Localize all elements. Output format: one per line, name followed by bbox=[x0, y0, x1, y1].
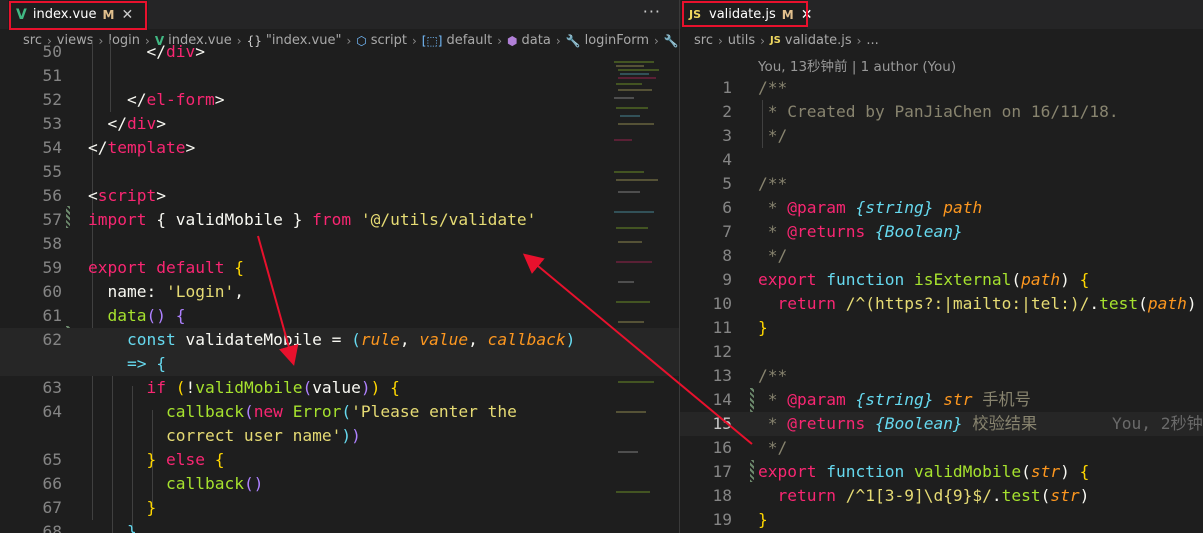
code-line-active: 15 * @returns {Boolean} 校验结果You, 2秒钟前 bbox=[680, 412, 1203, 436]
code-line: 53 </div> bbox=[42, 114, 166, 133]
tab-validate-js[interactable]: JS validate.js M ✕ bbox=[681, 0, 812, 29]
code-line: 67 } bbox=[42, 498, 157, 517]
code-line: 10 return /^(https?:|mailto:|tel:)/.test… bbox=[712, 294, 1197, 313]
code-line: 63 if (!validMobile(value)) { bbox=[42, 378, 400, 397]
code-line: 18 return /^1[3-9]\d{9}$/.test(str) bbox=[712, 486, 1090, 505]
vue-file-icon: V bbox=[16, 6, 27, 23]
code-line: 58 bbox=[42, 234, 63, 253]
code-line: 66 callback() bbox=[42, 474, 264, 493]
code-line: => { bbox=[0, 352, 679, 376]
code-line: 57 import { validMobile } from '@/utils/v… bbox=[42, 210, 537, 229]
breadcrumb-item[interactable]: src bbox=[694, 33, 713, 48]
javascript-file-icon: JS bbox=[769, 35, 781, 46]
close-icon[interactable]: ✕ bbox=[121, 7, 133, 23]
code-line: 11} bbox=[712, 318, 768, 337]
code-line: 1/** bbox=[722, 78, 788, 97]
code-line: 13/** bbox=[712, 366, 788, 385]
code-line: 54 </template> bbox=[42, 138, 196, 157]
code-line: 8 */ bbox=[722, 246, 788, 265]
code-line: 51 bbox=[42, 66, 63, 85]
left-tab-bar: V index.vue M ✕ ··· bbox=[0, 0, 679, 29]
code-line: 60 name: 'Login', bbox=[42, 282, 244, 301]
chevron-right-icon: › bbox=[760, 33, 765, 48]
codelens-authors[interactable]: You, 13秒钟前 | 1 author (You) bbox=[758, 55, 956, 75]
code-line: 4 bbox=[722, 150, 732, 169]
code-line: 52 </el-form> bbox=[42, 90, 225, 109]
code-line: 55 bbox=[42, 162, 63, 181]
code-line: 61 data() { bbox=[42, 306, 186, 325]
code-line: 12 bbox=[712, 342, 733, 361]
code-line: 5/** bbox=[722, 174, 788, 193]
inline-blame: You, 2秒钟前 bbox=[1112, 414, 1203, 433]
code-line: 9 export function isExternal(path) { bbox=[722, 270, 1090, 289]
modified-badge: M bbox=[102, 7, 115, 22]
code-line: 64 callback(new Error('Please enter the bbox=[42, 402, 517, 421]
breadcrumb-item[interactable]: utils bbox=[728, 33, 755, 48]
chevron-right-icon: › bbox=[717, 33, 723, 48]
code-line: 19} bbox=[712, 510, 768, 529]
right-tab-bar: JS validate.js M ✕ bbox=[680, 0, 1203, 29]
code-line: correct user name')) bbox=[88, 426, 361, 445]
code-line: 6 * @param {string} path bbox=[722, 198, 983, 217]
code-line: 59 export default { bbox=[42, 258, 244, 277]
code-line: 14 * @param {string} str 手机号 bbox=[712, 390, 1031, 409]
chevron-right-icon: › bbox=[856, 33, 862, 48]
code-line: 50 </div> bbox=[42, 42, 205, 61]
tab-index-vue[interactable]: V index.vue M ✕ bbox=[8, 0, 148, 29]
modified-badge: M bbox=[781, 7, 794, 22]
code-line: 3 */ bbox=[722, 126, 788, 145]
tab-label: index.vue bbox=[32, 7, 97, 22]
right-editor-pane: JS validate.js M ✕ src › utils › JS validat… bbox=[680, 0, 1203, 533]
code-line: 2 * Created by PanJiaChen on 16/11/18. bbox=[722, 102, 1119, 121]
code-line: 68 } bbox=[42, 522, 137, 533]
breadcrumb-item[interactable]: validate.js bbox=[785, 33, 852, 48]
code-line: 56 <script> bbox=[42, 186, 166, 205]
breadcrumb-item[interactable]: ... bbox=[866, 33, 878, 48]
left-editor-pane: V index.vue M ✕ ··· src › views › login › V… bbox=[0, 0, 679, 533]
breadcrumb: src › utils › JS validate.js › ... bbox=[680, 29, 1203, 52]
tab-label: validate.js bbox=[709, 7, 776, 22]
close-icon[interactable]: ✕ bbox=[801, 7, 813, 23]
javascript-file-icon: JS bbox=[689, 8, 702, 21]
code-line: 16 */ bbox=[712, 438, 788, 457]
code-line: 65 } else { bbox=[42, 450, 225, 469]
code-line: 17 export function validMobile(str) { bbox=[712, 462, 1090, 481]
code-line: 62 const validateMobile = (rule, value, … bbox=[0, 328, 679, 352]
code-line: 7 * @returns {Boolean} bbox=[722, 222, 963, 241]
more-actions-icon[interactable]: ··· bbox=[643, 2, 661, 21]
